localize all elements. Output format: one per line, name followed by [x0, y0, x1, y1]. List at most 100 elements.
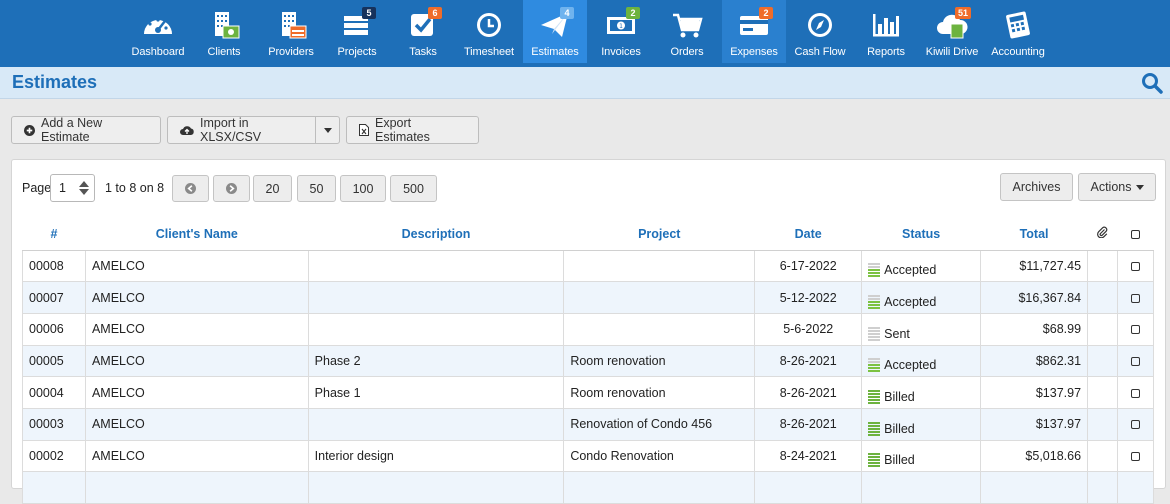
col-header-select-all[interactable]: [1117, 218, 1154, 251]
table-row[interactable]: 00006 AMELCO 5-6-2022 Sent $68.99: [22, 312, 1155, 346]
row-checkbox[interactable]: [1130, 357, 1140, 367]
cell-select[interactable]: [1116, 407, 1155, 441]
search-icon: [1142, 73, 1163, 94]
nav-kiwili-drive[interactable]: 51 Kiwili Drive: [920, 0, 984, 63]
col-header-status[interactable]: Status: [861, 218, 981, 251]
col-header-number[interactable]: #: [22, 218, 86, 251]
export-button[interactable]: Export Estimates: [346, 116, 479, 144]
cash-flow-compass-icon: [803, 10, 837, 44]
cell-date: 8-26-2021: [754, 344, 863, 378]
cell-description: [307, 407, 565, 441]
nav-label: Reports: [867, 46, 905, 58]
cell-total: $137.97: [980, 376, 1089, 409]
cell-status: Billed: [861, 407, 982, 441]
paperclip-icon: [1097, 226, 1108, 239]
nav-estimates[interactable]: 4 Estimates: [523, 0, 587, 63]
table-row[interactable]: 00003 AMELCO Renovation of Condo 456 8-2…: [22, 407, 1155, 441]
row-checkbox[interactable]: [1130, 293, 1140, 303]
cell-attachment: [1087, 407, 1118, 441]
search-button[interactable]: [1140, 71, 1164, 95]
cell-total: $862.31: [980, 344, 1089, 378]
page-size-20[interactable]: 20: [253, 175, 292, 202]
nav-invoices[interactable]: 1 2 Invoices: [589, 0, 653, 63]
prev-page-button[interactable]: [172, 175, 209, 202]
nav-cash-flow[interactable]: Cash Flow: [788, 0, 852, 63]
col-header-total[interactable]: Total: [980, 218, 1088, 251]
select-all-checkbox[interactable]: [1130, 229, 1140, 239]
providers-building-icon: [274, 10, 308, 44]
table-row[interactable]: 00007 AMELCO 5-12-2022 Accepted $16,367.…: [22, 281, 1155, 314]
cell-select[interactable]: [1116, 376, 1155, 409]
actions-button[interactable]: Actions: [1078, 173, 1156, 201]
cell-project: [563, 312, 756, 346]
add-estimate-button[interactable]: Add a New Estimate: [11, 116, 161, 144]
col-header-project[interactable]: Project: [563, 218, 755, 251]
nav-projects[interactable]: 5 Projects: [325, 0, 389, 63]
excel-file-icon: [359, 124, 369, 136]
spinner-icon[interactable]: [78, 180, 90, 196]
cell-select[interactable]: [1116, 281, 1155, 314]
svg-text:1: 1: [619, 23, 623, 30]
table-row[interactable]: 00004 AMELCO Phase 1 Room renovation 8-2…: [22, 376, 1155, 409]
page-number-input[interactable]: 1: [50, 174, 95, 202]
col-header-date[interactable]: Date: [754, 218, 862, 251]
table-row[interactable]: 00002 AMELCO Interior design Condo Renov…: [22, 439, 1155, 473]
orders-cart-icon: [670, 10, 704, 44]
cell-client: [84, 471, 309, 504]
import-button[interactable]: Import in XLSX/CSV: [167, 116, 316, 144]
nav-orders[interactable]: Orders: [655, 0, 719, 63]
import-dropdown-toggle[interactable]: [315, 116, 340, 144]
cell-date: 5-6-2022: [754, 312, 863, 346]
row-checkbox[interactable]: [1130, 262, 1140, 272]
page-size-500[interactable]: 500: [390, 175, 437, 202]
nav-clients[interactable]: Clients: [192, 0, 256, 63]
table-row[interactable]: 00005 AMELCO Phase 2 Room renovation 8-2…: [22, 344, 1155, 378]
row-checkbox[interactable]: [1130, 420, 1140, 430]
cell-project: [563, 281, 756, 314]
export-label: Export Estimates: [375, 116, 430, 144]
status-sent-icon: [868, 326, 881, 341]
cell-description: [307, 312, 565, 346]
import-label: Import in XLSX/CSV: [200, 116, 262, 144]
cell-attachment: [1087, 312, 1118, 346]
next-page-button[interactable]: [213, 175, 250, 202]
plus-circle-icon: [24, 124, 35, 136]
cell-status: Accepted: [861, 281, 982, 314]
add-estimate-label: Add a New Estimate: [41, 116, 103, 144]
nav-tasks[interactable]: 6 Tasks: [391, 0, 455, 63]
cell-select[interactable]: [1116, 249, 1155, 283]
page-size-100[interactable]: 100: [340, 175, 386, 202]
nav-accounting[interactable]: Accounting: [986, 0, 1050, 63]
nav-dashboard[interactable]: Dashboard: [126, 0, 190, 63]
page-size-50[interactable]: 50: [297, 175, 336, 202]
archives-button[interactable]: Archives: [1000, 173, 1073, 201]
accounting-calculator-icon: [1001, 10, 1035, 44]
cell-status: [861, 471, 982, 504]
cell-number: [22, 471, 86, 504]
nav-providers[interactable]: Providers: [259, 0, 323, 63]
status-label: Billed: [884, 390, 915, 405]
expenses-card-icon: 2: [737, 7, 773, 44]
nav-expenses[interactable]: 2 Expenses: [722, 0, 786, 63]
cell-select[interactable]: [1116, 312, 1155, 346]
cell-attachment: [1087, 376, 1118, 409]
cell-number: 00004: [22, 376, 86, 409]
cell-select[interactable]: [1116, 471, 1155, 504]
row-checkbox[interactable]: [1130, 325, 1140, 335]
row-checkbox[interactable]: [1130, 452, 1140, 462]
status-accepted-icon: [868, 295, 881, 310]
cell-select[interactable]: [1116, 439, 1155, 473]
nav-reports[interactable]: Reports: [854, 0, 918, 63]
nav-badge: 2: [759, 7, 773, 19]
row-checkbox[interactable]: [1130, 388, 1140, 398]
arrow-right-circle-icon: [226, 183, 237, 194]
table-row[interactable]: [22, 471, 1155, 504]
nav-timesheet[interactable]: Timesheet: [457, 0, 521, 63]
table-row[interactable]: 00008 AMELCO 6-17-2022 Accepted $11,727.…: [22, 249, 1155, 283]
cell-select[interactable]: [1116, 344, 1155, 378]
col-header-description[interactable]: Description: [308, 218, 564, 251]
cell-project: Room renovation: [563, 376, 756, 409]
col-header-client[interactable]: Client's Name: [85, 218, 309, 251]
status-label: Billed: [884, 453, 915, 468]
cell-attachment: [1087, 344, 1118, 378]
